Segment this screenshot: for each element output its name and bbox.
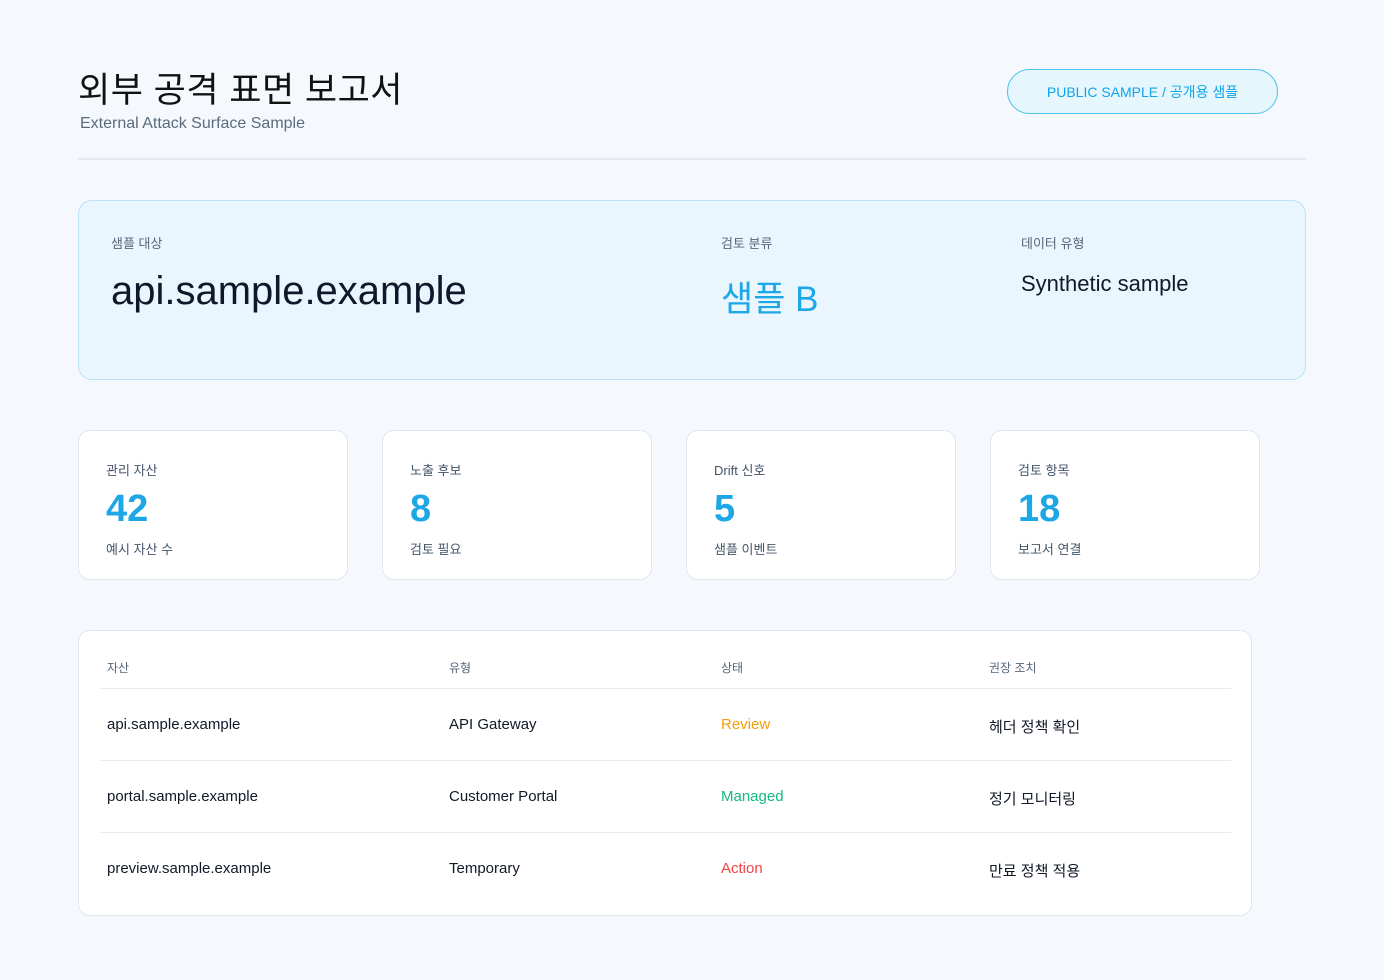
stat-card-managed-assets: 관리 자산 42 예시 자산 수 [78,430,348,580]
public-sample-badge: PUBLIC SAMPLE / 공개용 샘플 [1007,69,1278,114]
stat-label: Drift 신호 [714,463,766,478]
review-class-label: 검토 분류 [721,236,773,251]
column-header-type: 유형 [449,661,472,675]
sample-target-label: 샘플 대상 [111,236,163,251]
stat-value: 42 [106,488,149,530]
stat-caption: 검토 필요 [410,542,462,557]
status-cell: Managed [721,788,784,805]
column-header-action: 권장 조치 [989,661,1037,675]
stat-caption: 샘플 이벤트 [714,542,778,557]
table-row: portal.sample.example Customer Portal Ma… [101,761,1231,833]
type-cell: API Gateway [449,716,537,733]
status-cell: Review [721,716,771,733]
stat-value: 8 [410,488,432,530]
page-subtitle: External Attack Surface Sample [80,115,305,132]
sample-summary-panel: 샘플 대상 api.sample.example 검토 분류 샘플 B 데이터 … [78,200,1306,380]
asset-cell: preview.sample.example [107,860,272,877]
column-header-status: 상태 [721,661,744,675]
report-header: 외부 공격 표면 보고서 External Attack Surface Sam… [78,60,1306,160]
status-cell: Action [721,860,763,877]
stat-card-exposure-candidates: 노출 후보 8 검토 필요 [382,430,652,580]
stat-label: 노출 후보 [410,463,462,478]
asset-table: 자산 유형 상태 권장 조치 api.sample.example API Ga… [78,630,1252,916]
column-header-asset: 자산 [107,661,130,675]
review-class-value: 샘플 B [721,280,819,319]
sample-target-value: api.sample.example [111,269,467,313]
data-type-label: 데이터 유형 [1021,236,1085,251]
stat-value: 18 [1018,488,1061,530]
page-title: 외부 공격 표면 보고서 [78,71,403,110]
action-cell: 만료 정책 적용 [989,863,1081,880]
stat-card-drift-signals: Drift 신호 5 샘플 이벤트 [686,430,956,580]
asset-cell: portal.sample.example [107,788,258,805]
type-cell: Customer Portal [449,788,558,805]
action-cell: 헤더 정책 확인 [989,719,1081,736]
table-header-row: 자산 유형 상태 권장 조치 [101,631,1231,689]
table-row: preview.sample.example Temporary Action … [101,833,1231,905]
asset-cell: api.sample.example [107,716,241,733]
type-cell: Temporary [449,860,520,877]
stat-caption: 보고서 연결 [1018,542,1082,557]
stat-caption: 예시 자산 수 [106,542,174,557]
table-row: api.sample.example API Gateway Review 헤더… [101,689,1231,761]
stat-card-review-items: 검토 항목 18 보고서 연결 [990,430,1260,580]
stat-label: 검토 항목 [1018,463,1070,478]
report-page: 외부 공격 표면 보고서 External Attack Surface Sam… [0,0,1384,980]
stat-label: 관리 자산 [106,463,158,478]
action-cell: 정기 모니터링 [989,791,1076,808]
data-type-value: Synthetic sample [1021,271,1189,296]
stat-value: 5 [714,488,736,530]
